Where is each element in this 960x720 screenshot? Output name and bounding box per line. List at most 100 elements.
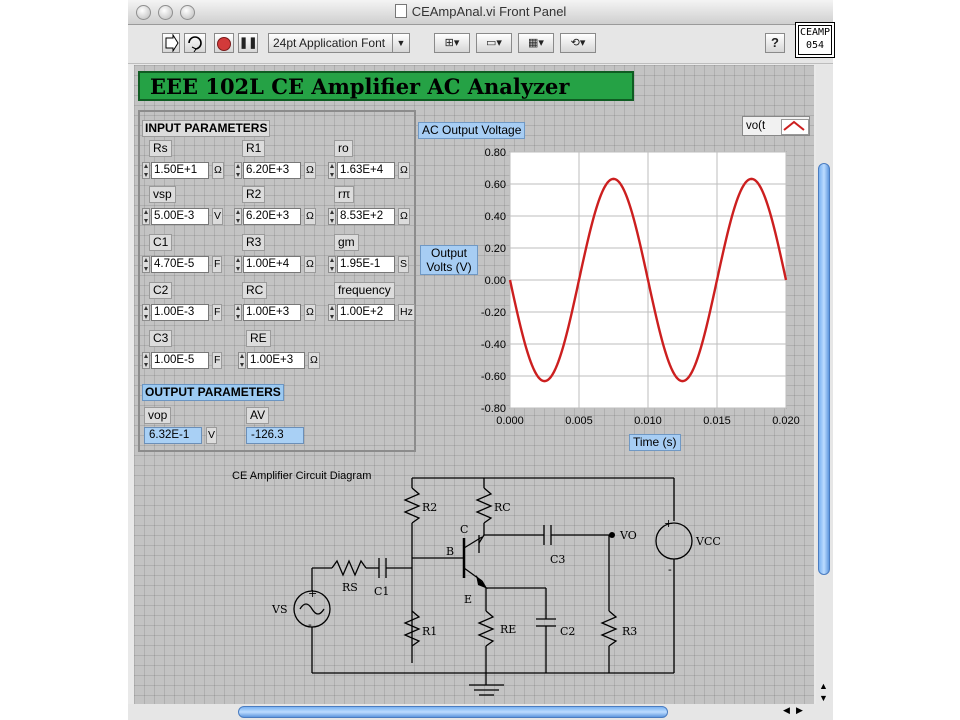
c2-value[interactable]: 1.00E-3	[151, 304, 209, 321]
x-tick-label: 0.000	[496, 415, 524, 427]
rc-value[interactable]: 1.00E+3	[243, 304, 301, 321]
r1-value[interactable]: 6.20E+3	[243, 162, 301, 179]
gm-unit: S	[398, 256, 410, 273]
vs-minus-text: -	[308, 618, 312, 631]
c2-unit: F	[212, 304, 223, 321]
rc-unit: Ω	[304, 304, 316, 321]
rpi-control[interactable]: 8.53E+2 Ω	[328, 208, 418, 225]
r2-control[interactable]: 6.20E+3 Ω	[234, 208, 324, 225]
av-label: AV	[246, 407, 270, 424]
r1-control[interactable]: 6.20E+3 Ω	[234, 162, 324, 179]
c2-stepper[interactable]	[142, 304, 150, 321]
vop-label: vop	[144, 407, 172, 424]
x-tick-label: 0.020	[772, 415, 800, 427]
c1-control[interactable]: 4.70E-5 F	[142, 256, 232, 273]
scroll-up-arrow-icon[interactable]: ▲	[819, 681, 828, 691]
vcc-text: VCC	[695, 535, 721, 548]
c3-control[interactable]: 1.00E-5 F	[142, 352, 232, 369]
chart-title: AC Output Voltage	[418, 122, 526, 139]
rpi-value[interactable]: 8.53E+2	[337, 208, 395, 225]
scroll-down-arrow-icon[interactable]: ▼	[819, 693, 828, 703]
help-button[interactable]: ?	[765, 33, 785, 53]
r2-stepper[interactable]	[234, 208, 242, 225]
c1-value[interactable]: 4.70E-5	[151, 256, 209, 273]
gm-value[interactable]: 1.95E-1	[337, 256, 395, 273]
font-select[interactable]: 24pt Application Font ▼	[268, 33, 410, 53]
input-parameters-title: INPUT PARAMETERS	[142, 120, 271, 137]
r2-value[interactable]: 6.20E+3	[243, 208, 301, 225]
horizontal-scroll-thumb[interactable]	[238, 706, 668, 718]
reorder-button[interactable]: ⟲▾	[560, 33, 596, 53]
vertical-scroll-thumb[interactable]	[818, 163, 830, 575]
run-continuously-icon	[188, 36, 202, 53]
ro-value[interactable]: 1.63E+4	[337, 162, 395, 179]
rc-stepper[interactable]	[234, 304, 242, 321]
ro-stepper[interactable]	[328, 162, 336, 179]
rpi-stepper[interactable]	[328, 208, 336, 225]
abort-button[interactable]	[214, 33, 234, 53]
re-value[interactable]: 1.00E+3	[247, 352, 305, 369]
ro-control[interactable]: 1.63E+4 Ω	[328, 162, 418, 179]
av-indicator: -126.3	[246, 427, 304, 444]
r2-resistor	[403, 487, 421, 524]
r3-label: R3	[242, 234, 266, 251]
re-resistor	[477, 610, 495, 647]
run-arrow-icon	[165, 33, 179, 53]
run-continuously-button[interactable]	[184, 33, 206, 53]
rs-control[interactable]: 1.50E+1 Ω	[142, 162, 232, 179]
r3-value[interactable]: 1.00E+4	[243, 256, 301, 273]
gm-control[interactable]: 1.95E-1 S	[328, 256, 418, 273]
chevron-down-icon: ▼	[392, 34, 409, 52]
c3-value[interactable]: 1.00E-5	[151, 352, 209, 369]
help-icon: ?	[771, 35, 779, 50]
plot-legend[interactable]: vo(t	[742, 116, 810, 136]
output-voltage-chart[interactable]: 0.80 0.60 0.40 0.20 0.00 -0.20 -0.40 -0.60 -0.80…	[422, 145, 814, 455]
vertical-scrollbar[interactable]: ▲ ▼	[816, 65, 833, 710]
vsp-value[interactable]: 5.00E-3	[151, 208, 209, 225]
c1-stepper[interactable]	[142, 256, 150, 273]
run-button[interactable]	[162, 33, 180, 53]
c3-unit: F	[212, 352, 223, 369]
vsp-stepper[interactable]	[142, 208, 150, 225]
distribute-icon: ▭▾	[486, 37, 502, 49]
re-control[interactable]: 1.00E+3 Ω	[238, 352, 328, 369]
r1-stepper[interactable]	[234, 162, 242, 179]
rs-value[interactable]: 1.50E+1	[151, 162, 209, 179]
r2-unit: Ω	[304, 208, 316, 225]
toolbar: ❚❚ 24pt Application Font ▼ ⊞▾ ▭▾ ▦▾ ⟲▾ ?	[128, 25, 833, 64]
rs-label: Rs	[149, 140, 172, 157]
rs-stepper[interactable]	[142, 162, 150, 179]
c2-control[interactable]: 1.00E-3 F	[142, 304, 232, 321]
emitter-arrow-icon	[476, 575, 488, 589]
pause-button[interactable]: ❚❚	[238, 33, 258, 53]
rc-control[interactable]: 1.00E+3 Ω	[234, 304, 324, 321]
y-tick-label: 0.40	[485, 211, 506, 223]
re-stepper[interactable]	[238, 352, 246, 369]
vs-plus-text: +	[308, 587, 317, 600]
rpi-unit: Ω	[398, 208, 410, 225]
resize-objects-button[interactable]: ▦▾	[518, 33, 554, 53]
frequency-value[interactable]: 1.00E+2	[337, 304, 395, 321]
vcc-minus-text: -	[668, 563, 672, 576]
frequency-control[interactable]: 1.00E+2 Hz	[328, 304, 418, 321]
frequency-stepper[interactable]	[328, 304, 336, 321]
y-tick-label: -0.40	[481, 339, 506, 351]
r3-control[interactable]: 1.00E+4 Ω	[234, 256, 324, 273]
distribute-objects-button[interactable]: ▭▾	[476, 33, 512, 53]
output-parameters-title: OUTPUT PARAMETERS	[142, 384, 284, 401]
c3-stepper[interactable]	[142, 352, 150, 369]
x-tick-label: 0.010	[634, 415, 662, 427]
title-bar[interactable]: CEAmpAnal.vi Front Panel	[128, 0, 833, 25]
scroll-left-arrow-icon[interactable]: ◀	[783, 705, 790, 716]
scroll-right-arrow-icon[interactable]: ▶	[796, 705, 803, 716]
r3-stepper[interactable]	[234, 256, 242, 273]
horizontal-scrollbar[interactable]: ◀ ▶	[128, 704, 833, 720]
align-objects-button[interactable]: ⊞▾	[434, 33, 470, 53]
rs-unit: Ω	[212, 162, 224, 179]
ro-unit: Ω	[398, 162, 410, 179]
c2-label: C2	[149, 282, 173, 299]
connector-pane-icon[interactable]: CEAMP 054	[795, 22, 835, 58]
r2-label: R2	[242, 186, 266, 203]
gm-stepper[interactable]	[328, 256, 336, 273]
vsp-control[interactable]: 5.00E-3 V	[142, 208, 232, 225]
